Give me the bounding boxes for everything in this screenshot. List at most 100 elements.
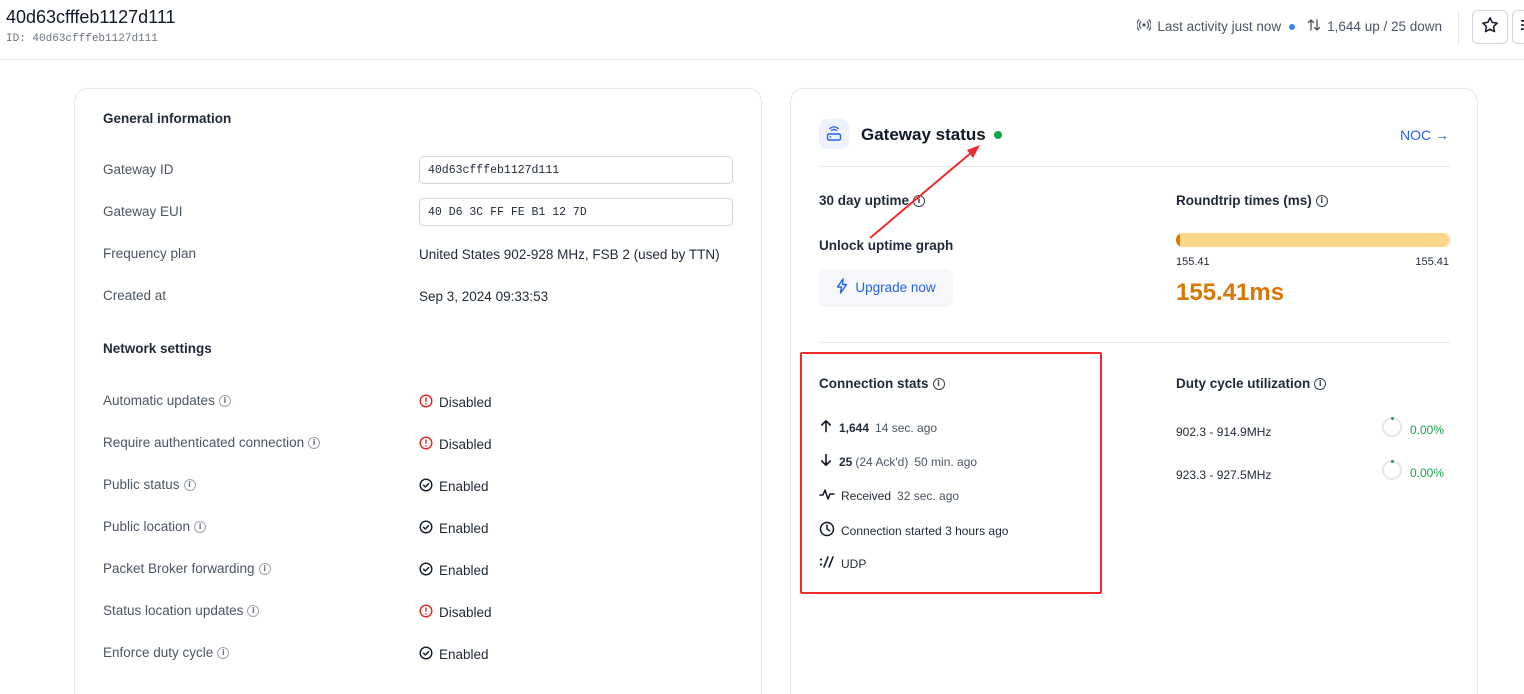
duty-value: 0.00% — [1409, 466, 1444, 480]
arrow-down-icon — [819, 453, 833, 470]
last-activity-text: Last activity just now — [1157, 19, 1282, 34]
info-icon[interactable]: i — [1315, 194, 1328, 207]
header-divider — [1458, 12, 1459, 44]
error-circle-icon — [419, 436, 433, 453]
uptime-title-text: 30 day uptime — [819, 193, 910, 208]
status-location-updates-text: Status location updates — [103, 603, 244, 618]
packet-broker-forwarding-value: Enabled — [419, 562, 489, 579]
pulse-icon — [819, 487, 835, 504]
gateway-eui-label: Gateway EUI — [103, 204, 183, 219]
star-icon — [1481, 16, 1499, 39]
activity-dot — [1289, 23, 1296, 30]
downlink-time: 50 min. ago — [914, 454, 978, 469]
gateway-status-card: Gateway status NOC → 30 day uptime i Unlo… — [790, 88, 1478, 694]
public-status-text: Public status — [103, 477, 180, 492]
packet-broker-forwarding-text: Packet Broker forwarding — [103, 561, 255, 576]
duty-value: 0.00% — [1409, 423, 1444, 437]
downlink-stat: 25 (24 Ack'd) 50 min. ago — [819, 453, 977, 470]
downlink-ack: (24 Ack'd) — [855, 454, 909, 469]
duty-cycle-row: 902.3 - 914.9MHz 0.00% — [1176, 417, 1450, 439]
info-icon[interactable]: i — [308, 436, 321, 449]
connection-started-stat: Connection started 3 hours ago — [819, 521, 1008, 540]
duty-progress-ring — [1382, 460, 1402, 480]
status-location-updates-status: Disabled — [439, 605, 492, 620]
activity-summary: Last activity just now 1,644 up / 25 dow… — [1136, 18, 1442, 35]
gateway-id-field[interactable]: 40d63cfffeb1127d111 — [419, 156, 733, 184]
info-icon[interactable]: i — [218, 394, 231, 407]
roundtrip-bar — [1176, 233, 1450, 247]
clock-icon — [819, 521, 835, 540]
signal-icon — [1136, 18, 1153, 35]
info-icon[interactable]: i — [217, 646, 230, 659]
check-circle-icon — [419, 520, 433, 537]
check-circle-icon — [419, 478, 433, 495]
connection-started-text: Connection started 3 hours ago — [841, 523, 1009, 538]
general-information-card: General information Gateway ID 40d63cfff… — [74, 88, 762, 694]
error-circle-icon — [419, 604, 433, 621]
id-label: ID: — [6, 33, 26, 45]
public-location-value: Enabled — [419, 520, 489, 537]
packet-broker-forwarding-label: Packet Broker forwarding i — [103, 561, 271, 576]
roundtrip-max: 155.41 — [1415, 256, 1449, 268]
public-status-label: Public status i — [103, 477, 196, 492]
require-authenticated-connection-value: Disabled — [419, 436, 492, 453]
require-authenticated-connection-text: Require authenticated connection — [103, 435, 305, 450]
header-divider — [819, 166, 1450, 167]
enforce-duty-cycle-text: Enforce duty cycle — [103, 645, 214, 660]
general-information-title: General information — [103, 111, 232, 126]
roundtrip-title: Roundtrip times (ms) i — [1176, 193, 1328, 208]
info-icon[interactable]: i — [194, 520, 207, 533]
connection-stats-title-text: Connection stats — [819, 376, 929, 391]
packet-broker-forwarding-status: Enabled — [439, 563, 489, 578]
udp-icon — [819, 555, 835, 572]
bookmark-button[interactable] — [1472, 10, 1508, 44]
frequency-plan-label: Frequency plan — [103, 246, 197, 261]
automatic-updates-label: Automatic updates i — [103, 393, 231, 408]
created-at-label: Created at — [103, 288, 167, 303]
roundtrip-title-text: Roundtrip times (ms) — [1176, 193, 1312, 208]
gateway-eui-field[interactable]: 40 D6 3C FF FE B1 12 7D — [419, 198, 733, 226]
section-divider — [819, 342, 1450, 343]
arrow-up-icon — [819, 419, 833, 436]
status-location-updates-label: Status location updates i — [103, 603, 260, 618]
public-location-text: Public location — [103, 519, 191, 534]
duty-band: 902.3 - 914.9MHz — [1176, 425, 1272, 439]
unlock-uptime-text: Unlock uptime graph — [819, 238, 954, 253]
duty-cycle-title-text: Duty cycle utilization — [1176, 376, 1311, 391]
error-circle-icon — [419, 394, 433, 411]
info-icon[interactable]: i — [932, 377, 945, 390]
frequency-plan-value: United States 902-928 MHz, FSB 2 (used b… — [419, 247, 720, 262]
automatic-updates-value: Disabled — [419, 394, 492, 411]
info-icon[interactable]: i — [913, 194, 926, 207]
duty-band: 923.3 - 927.5MHz — [1176, 468, 1272, 482]
check-circle-icon — [419, 562, 433, 579]
traffic-summary: 1,644 up / 25 down — [1327, 19, 1442, 34]
received-stat: Received 32 sec. ago — [819, 487, 959, 504]
info-icon[interactable]: i — [247, 604, 260, 617]
roundtrip-min: 155.41 — [1176, 256, 1210, 268]
uplink-stat: 1,644 14 sec. ago — [819, 419, 937, 436]
noc-link[interactable]: NOC → — [1400, 127, 1449, 143]
gateway-status-title: Gateway status — [861, 125, 986, 144]
received-time: 32 sec. ago — [897, 488, 960, 503]
page-title: 40d63cfffeb1127d111 — [6, 7, 176, 27]
roundtrip-bar-marker — [1176, 233, 1180, 247]
id-value: 40d63cfffeb1127d111 — [32, 33, 158, 45]
lightning-icon — [835, 277, 849, 297]
status-online-dot — [994, 131, 1002, 139]
check-circle-icon — [419, 646, 433, 663]
require-authenticated-connection-status: Disabled — [439, 437, 492, 452]
uplink-count: 1,644 — [839, 420, 870, 435]
public-status-status: Enabled — [439, 479, 489, 494]
duty-progress-ring — [1382, 417, 1402, 437]
info-icon[interactable]: i — [258, 562, 271, 575]
network-settings-title: Network settings — [103, 341, 212, 356]
enforce-duty-cycle-status: Enabled — [439, 647, 489, 662]
info-icon[interactable]: i — [183, 478, 196, 491]
upgrade-now-button[interactable]: Upgrade now — [819, 269, 952, 305]
require-authenticated-connection-label: Require authenticated connection i — [103, 435, 321, 450]
upgrade-now-label: Upgrade now — [855, 279, 936, 295]
connection-stats-title: Connection stats i — [819, 376, 945, 391]
info-icon[interactable]: i — [1314, 377, 1327, 390]
more-options-button[interactable] — [1512, 10, 1524, 44]
